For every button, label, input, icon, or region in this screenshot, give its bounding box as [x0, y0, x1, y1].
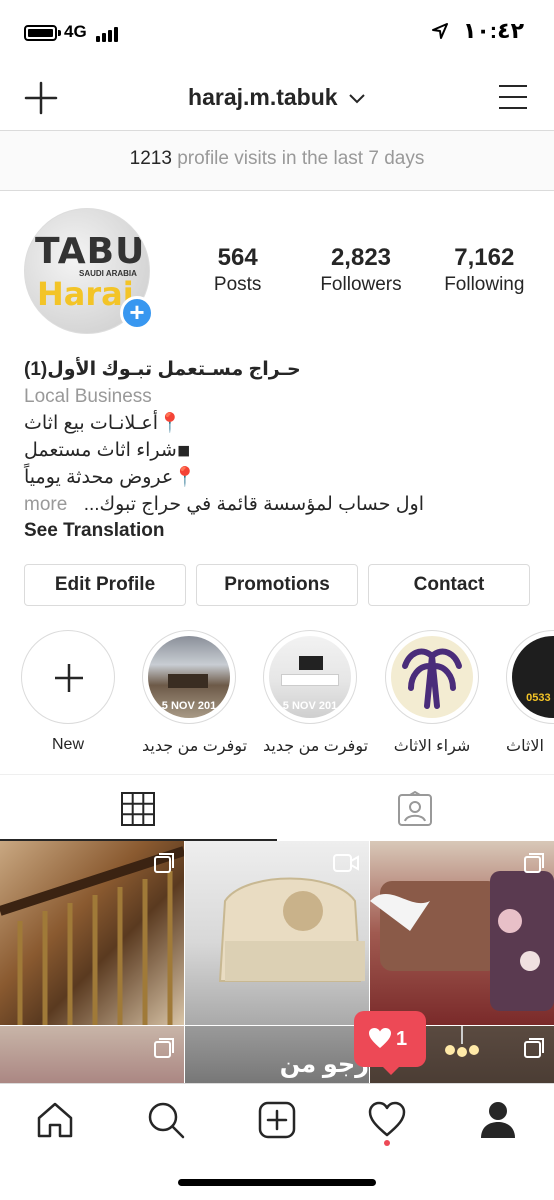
highlight-phone-overlay: 0533 31	[526, 692, 554, 704]
post-caption-overlay: رجو من الاخوان	[279, 1051, 369, 1083]
tab-grid[interactable]	[0, 775, 277, 841]
highlight-label: شراء الاثاث	[393, 738, 471, 755]
visits-count: 1213	[129, 148, 172, 169]
profile-stats: 564 Posts 2,823 Followers 7,162 Followin…	[176, 244, 546, 296]
avatar-logo-text: TABUK	[35, 231, 149, 272]
activity-notification[interactable]: 1	[354, 1011, 426, 1067]
post-thumbnail[interactable]	[0, 1026, 184, 1083]
stat-value: 2,823	[330, 244, 392, 271]
visits-text: profile visits in the last 7 days	[177, 148, 425, 169]
profile-avatar[interactable]: TABUK SAUDI ARABIA Haraj +	[24, 208, 154, 336]
highlight-label: توفرت من جديد	[142, 738, 248, 755]
stat-value: 7,162	[454, 244, 515, 271]
location-icon	[432, 23, 448, 39]
highlight-label: توفرت من جديد	[263, 738, 369, 755]
signal-icon	[96, 26, 118, 42]
activity-heart-icon[interactable]	[367, 1100, 407, 1140]
promotions-button[interactable]: Promotions	[196, 564, 358, 606]
bio-line: اول حساب لمؤسسة قائمة في حراج تبوك...	[83, 494, 424, 515]
bio-line: 📍أعـلانـات بيع اثاث	[24, 413, 182, 434]
highlight-cover	[391, 636, 473, 718]
see-translation-link[interactable]: See Translation	[24, 520, 534, 542]
bio-line: ◾شراء اثاث مستعمل	[24, 440, 191, 461]
highlight-cover: 0533 31	[512, 636, 554, 718]
highlight-cover: 5 NOV 201	[148, 636, 230, 718]
post-thumbnail[interactable]: رجو من الاخوان	[185, 1026, 369, 1083]
stat-value: 564	[217, 244, 258, 271]
post-thumbnail[interactable]	[0, 841, 184, 1025]
video-icon	[333, 854, 359, 872]
profile-icon[interactable]	[478, 1100, 518, 1140]
avatar-logo-brand: Haraj	[37, 275, 134, 313]
stat-following[interactable]: 7,162 Following	[423, 244, 546, 296]
stat-followers[interactable]: 2,823 Followers	[299, 244, 422, 296]
highlight-item[interactable]: شراء الاثاث	[385, 630, 479, 756]
stat-label: Following	[444, 274, 525, 295]
highlight-item[interactable]: 5 NOV 201 توفرت من جديد	[142, 630, 248, 756]
highlight-label: الاثاث	[506, 738, 544, 755]
highlight-label: New	[51, 736, 84, 753]
multiple-posts-icon	[524, 1038, 544, 1058]
highlight-new[interactable]: New	[21, 630, 115, 754]
highlight-item[interactable]: 0533 31 الاثاث	[506, 630, 554, 756]
posts-grid: رجو من الاخوان	[0, 841, 554, 1083]
menu-icon[interactable]	[498, 82, 528, 112]
profile-nav-bar: haraj.m.tabuk	[0, 64, 554, 131]
battery-icon	[24, 25, 57, 41]
profile-category: Local Business	[24, 386, 152, 407]
grid-icon	[121, 792, 155, 826]
profile-visits-banner[interactable]: 1213 profile visits in the last 7 days	[0, 131, 554, 191]
likes-count: 1	[396, 1028, 408, 1050]
post-thumbnail[interactable]	[370, 841, 554, 1025]
profile-name: حـراج مسـتعمل تبـوك الأول(1)	[24, 359, 301, 380]
username-title: haraj.m.tabuk	[188, 84, 338, 110]
stat-posts[interactable]: 564 Posts	[176, 244, 299, 296]
profile-bio: حـراج مسـتعمل تبـوك الأول(1) Local Busin…	[24, 356, 534, 542]
story-highlights: New 5 NOV 201 توفرت من جديد 5 NOV 201 تو…	[0, 630, 554, 760]
home-icon[interactable]	[35, 1100, 75, 1140]
account-switcher[interactable]: haraj.m.tabuk	[0, 84, 554, 111]
highlight-item[interactable]: 5 NOV 201 توفرت من جديد	[263, 630, 369, 756]
stat-label: Posts	[213, 274, 262, 295]
tab-tagged[interactable]	[277, 775, 554, 841]
contact-button[interactable]: Contact	[368, 564, 530, 606]
bio-line: 📍عروض محدثة يومياً	[24, 467, 197, 488]
multiple-posts-icon	[154, 1038, 174, 1058]
stat-label: Followers	[320, 274, 402, 295]
clock: ١٠:٤٢	[462, 18, 524, 43]
logo-icon	[402, 648, 462, 709]
network-type: 4G	[64, 22, 87, 41]
highlight-date-overlay: 5 NOV 201	[282, 700, 338, 712]
profile-tabs	[0, 774, 554, 841]
add-story-icon[interactable]: +	[120, 296, 154, 330]
multiple-posts-icon	[524, 853, 544, 873]
search-icon[interactable]	[146, 1100, 186, 1140]
chevron-down-icon	[349, 94, 365, 104]
highlight-date-overlay: 5 NOV 201	[161, 700, 217, 712]
plus-icon	[55, 664, 83, 692]
post-thumbnail[interactable]	[185, 841, 369, 1025]
highlight-cover: 5 NOV 201	[269, 636, 351, 718]
edit-profile-button[interactable]: Edit Profile	[24, 564, 186, 606]
multiple-posts-icon	[154, 853, 174, 873]
more-link[interactable]: more	[24, 494, 67, 516]
new-post-icon[interactable]	[257, 1100, 297, 1140]
profile-actions: Edit Profile Promotions Contact	[24, 564, 530, 606]
activity-dot	[384, 1140, 390, 1146]
status-bar: 4G ١٠:٤٢	[0, 0, 554, 64]
tagged-icon	[398, 791, 432, 826]
heart-icon	[369, 1028, 391, 1048]
home-indicator	[178, 1179, 376, 1186]
